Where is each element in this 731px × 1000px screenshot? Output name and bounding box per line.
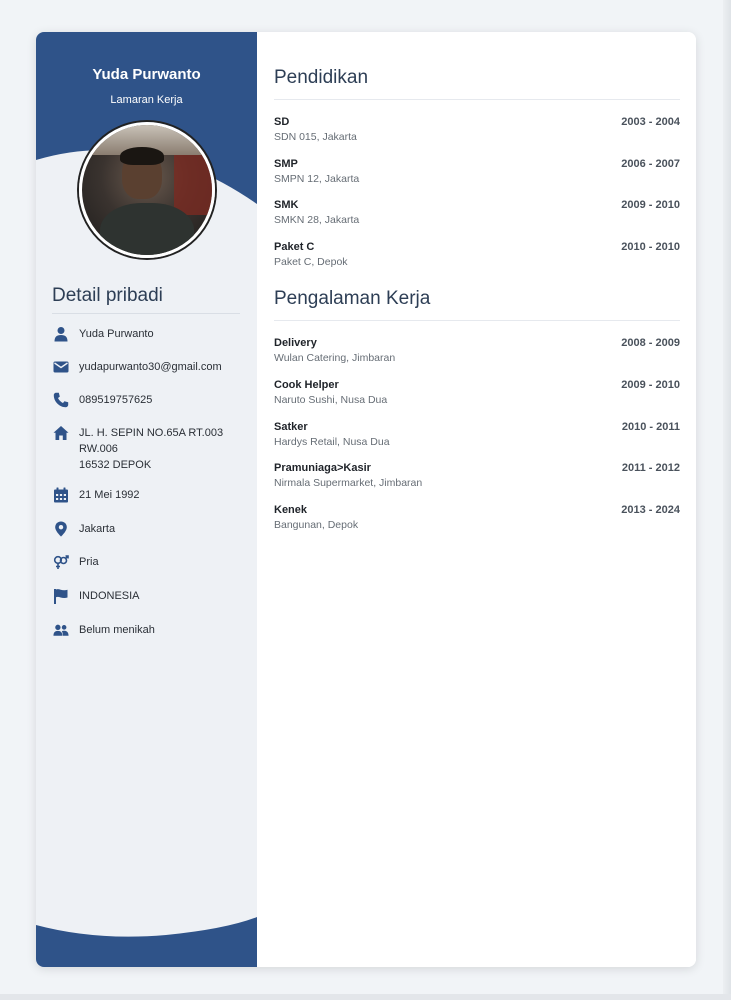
education-dates: 2009 - 2010	[621, 199, 680, 211]
group-icon	[52, 622, 70, 638]
main-content: Pendidikan SD SDN 015, Jakarta 2003 - 20…	[257, 32, 696, 967]
detail-phone-value: 089519757625	[79, 394, 153, 406]
detail-birthdate-value: 21 Mei 1992	[79, 489, 140, 501]
education-item: SMK SMKN 28, Jakarta 2009 - 2010	[274, 198, 680, 227]
detail-gender: Pria	[52, 554, 242, 570]
job-employer: Hardys Retail, Nusa Dua	[274, 436, 390, 448]
detail-nationality-value: INDONESIA	[79, 590, 140, 602]
education-item: Paket C Paket C, Depok 2010 - 2010	[274, 240, 680, 269]
job-employer: Nirmala Supermarket, Jimbaran	[274, 477, 423, 489]
education-dates: 2006 - 2007	[621, 158, 680, 170]
education-dates: 2010 - 2010	[621, 241, 680, 253]
calendar-icon	[52, 487, 70, 503]
detail-nationality: INDONESIA	[52, 588, 242, 604]
experience-item: Delivery Wulan Catering, Jimbaran 2008 -…	[274, 336, 680, 365]
personal-details-title: Detail pribadi	[52, 285, 163, 306]
job-dates: 2009 - 2010	[621, 379, 680, 391]
education-dates: 2003 - 2004	[621, 116, 680, 128]
home-icon	[52, 425, 70, 441]
profile-subtitle: Lamaran Kerja	[110, 94, 183, 106]
divider	[52, 313, 240, 314]
job-title: Satker	[274, 421, 308, 433]
detail-marital-status-value: Belum menikah	[79, 624, 155, 636]
location-pin-icon	[52, 521, 70, 537]
profile-name: Yuda Purwanto	[92, 66, 201, 83]
education-school: SMPN 12, Jakarta	[274, 173, 360, 185]
experience-item: Satker Hardys Retail, Nusa Dua 2010 - 20…	[274, 420, 680, 449]
detail-name-value: Yuda Purwanto	[79, 328, 154, 340]
detail-address: JL. H. SEPIN NO.65A RT.003 RW.006 16532 …	[52, 425, 242, 473]
address-line-2: RW.006	[79, 443, 118, 455]
job-title: Pramuniaga>Kasir	[274, 462, 371, 474]
phone-icon	[52, 392, 70, 408]
detail-gender-value: Pria	[79, 556, 99, 568]
detail-marital-status: Belum menikah	[52, 622, 242, 638]
detail-email: yudapurwanto30@gmail.com	[52, 359, 242, 375]
detail-email-value[interactable]: yudapurwanto30@gmail.com	[79, 359, 222, 375]
experience-item: Pramuniaga>Kasir Nirmala Supermarket, Ji…	[274, 461, 680, 490]
detail-birthdate: 21 Mei 1992	[52, 487, 242, 503]
education-school: SMKN 28, Jakarta	[274, 214, 360, 226]
education-level: Paket C	[274, 241, 315, 253]
address-line-1: JL. H. SEPIN NO.65A RT.003	[79, 427, 224, 439]
sidebar: Yuda Purwanto Lamaran Kerja Detail priba…	[36, 32, 257, 967]
job-dates: 2013 - 2024	[621, 504, 680, 516]
sidebar-footer-wave	[36, 917, 257, 967]
page-bottom-edge	[0, 994, 731, 1000]
education-level: SMP	[274, 158, 298, 170]
experience-title: Pengalaman Kerja	[274, 288, 431, 309]
job-dates: 2010 - 2011	[621, 421, 680, 433]
cv-card: Yuda Purwanto Lamaran Kerja Detail priba…	[36, 32, 696, 967]
education-item: SMP SMPN 12, Jakarta 2006 - 2007	[274, 157, 680, 186]
job-title: Kenek	[274, 504, 308, 516]
detail-city-value: Jakarta	[79, 523, 116, 535]
education-school: Paket C, Depok	[274, 256, 348, 268]
gender-icon	[52, 554, 70, 570]
job-dates: 2011 - 2012	[621, 462, 680, 474]
education-school: SDN 015, Jakarta	[274, 131, 357, 143]
education-item: SD SDN 015, Jakarta 2003 - 2004	[274, 115, 680, 144]
job-employer: Wulan Catering, Jimbaran	[274, 352, 396, 364]
detail-city: Jakarta	[52, 521, 242, 537]
address-line-3: 16532 DEPOK	[79, 459, 152, 471]
flag-icon	[52, 588, 70, 604]
job-employer: Naruto Sushi, Nusa Dua	[274, 394, 388, 406]
education-level: SD	[274, 116, 290, 128]
education-title: Pendidikan	[274, 67, 369, 88]
page-edge-shadow	[723, 0, 731, 1000]
email-icon	[52, 359, 70, 375]
job-title: Cook Helper	[274, 379, 339, 391]
detail-address-value: JL. H. SEPIN NO.65A RT.003 RW.006 16532 …	[79, 425, 223, 473]
detail-name: Yuda Purwanto	[52, 326, 242, 342]
profile-photo	[79, 122, 215, 258]
divider	[274, 99, 680, 100]
job-dates: 2008 - 2009	[621, 337, 680, 349]
job-title: Delivery	[274, 337, 317, 349]
person-icon	[52, 326, 70, 342]
divider	[274, 320, 680, 321]
experience-item: Cook Helper Naruto Sushi, Nusa Dua 2009 …	[274, 378, 680, 407]
job-employer: Bangunan, Depok	[274, 519, 359, 531]
experience-item: Kenek Bangunan, Depok 2013 - 2024	[274, 503, 680, 532]
detail-phone: 089519757625	[52, 392, 242, 408]
education-level: SMK	[274, 199, 299, 211]
